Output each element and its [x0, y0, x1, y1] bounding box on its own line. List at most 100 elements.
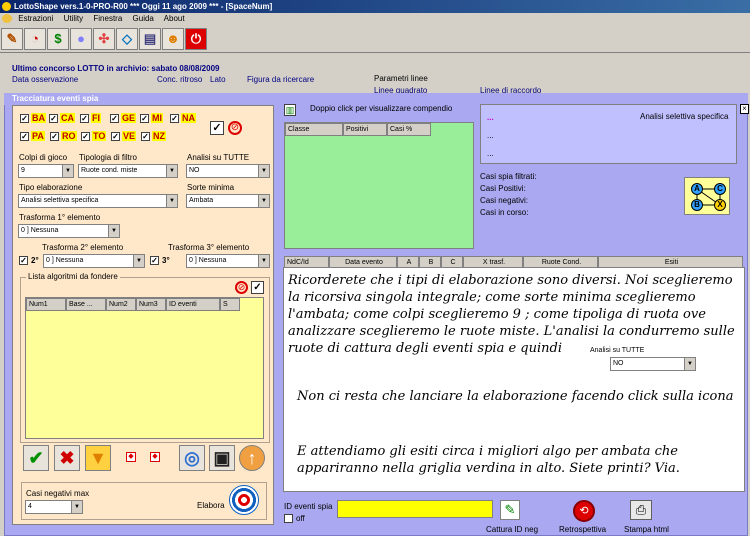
- puzzle-icon[interactable]: ✣: [93, 28, 115, 50]
- wheel-mi-checkbox[interactable]: ✓: [140, 114, 149, 123]
- menu-estrazioni[interactable]: Estrazioni: [18, 14, 53, 23]
- wheel-ca-label: CA: [60, 113, 75, 123]
- confirm-icon[interactable]: ✔: [23, 445, 49, 471]
- casi-negativi-label: Casi negativi:: [480, 196, 529, 205]
- shape-icon[interactable]: ◇: [116, 28, 138, 50]
- info-bar: Ultimo concorso LOTTO in archivio: sabat…: [0, 53, 750, 95]
- id-eventi-input[interactable]: [337, 500, 493, 518]
- trasf3-checkbox[interactable]: ✓: [150, 256, 159, 265]
- trasf1-select[interactable]: 0 ] Nessuna ▼: [18, 224, 120, 238]
- trasf2-select[interactable]: 0 ] Nessuna ▼: [43, 254, 145, 268]
- bucket-icon[interactable]: ▼: [85, 445, 111, 471]
- toolbar: ✎ ◔ $ ● ✣ ◇ ▤ ☻ ⏻: [0, 25, 750, 53]
- wheel-to-label: TO: [92, 131, 107, 141]
- tutorial-para-1: Ricorderete che i tipi di elaborazione s…: [288, 273, 735, 356]
- deselect-all-icon[interactable]: ⊘: [228, 121, 242, 135]
- retrospettiva-icon[interactable]: ⟲: [573, 500, 595, 522]
- data-osservazione-label: Data osservazione: [12, 75, 79, 84]
- menu-guida[interactable]: Guida: [133, 14, 154, 23]
- window-titlebar: LottoShape vers.1-0-PRO-R00 *** Oggi 11 …: [0, 0, 750, 13]
- analysis-dots-2: ...: [487, 131, 494, 140]
- col-base[interactable]: Base ...: [66, 298, 106, 311]
- col-s[interactable]: S: [220, 298, 240, 311]
- cattura-icon[interactable]: ✎: [500, 500, 520, 520]
- tutorial-textbox: Ricorderete che i tipi di elaborazione s…: [283, 267, 745, 492]
- colpi-select[interactable]: 9 ▼: [18, 164, 74, 178]
- off-checkbox[interactable]: [284, 514, 293, 523]
- id-eventi-label: ID eventi spia: [284, 502, 333, 511]
- wheel-pa-checkbox[interactable]: ✓: [20, 132, 29, 141]
- analysis-dots-3: ...: [487, 149, 494, 158]
- check-list-icon[interactable]: ✓: [251, 281, 264, 294]
- casi-neg-label: Casi negativi max: [26, 489, 90, 498]
- wheel-ge-label: GE: [121, 113, 137, 123]
- clear-list-icon[interactable]: ⊘: [235, 281, 248, 294]
- tipo-elab-select[interactable]: Analisi selettiva specifica ▼: [18, 194, 178, 208]
- up-arrow-icon[interactable]: ↑: [239, 445, 265, 471]
- trasf2-check-label: 2°: [31, 256, 39, 265]
- menu-finestra[interactable]: Finestra: [93, 14, 122, 23]
- tipologia-select[interactable]: Ruote cond. miste ▼: [78, 164, 178, 178]
- col-num1[interactable]: Num1: [26, 298, 66, 311]
- lista-label: Lista algoritmi da fondere: [26, 272, 120, 281]
- power-icon[interactable]: ⏻: [185, 28, 207, 50]
- wheel-ve-label: VE: [122, 131, 137, 141]
- inline-analisi-select[interactable]: NO ▼: [610, 357, 696, 371]
- notepad-icon[interactable]: ▤: [139, 28, 161, 50]
- small-down-icon[interactable]: ◆: [150, 452, 160, 462]
- refresh-icon[interactable]: ◎: [179, 445, 205, 471]
- compendio-icon[interactable]: ▥: [284, 104, 296, 116]
- wheel-fi-checkbox[interactable]: ✓: [80, 114, 89, 123]
- wheel-ba-label: BA: [31, 113, 46, 123]
- wheel-ca-checkbox[interactable]: ✓: [49, 114, 58, 123]
- col-positivi[interactable]: Positivi: [343, 123, 387, 136]
- col-id-eventi[interactable]: ID eventi: [166, 298, 220, 311]
- col-classe[interactable]: Classe: [285, 123, 343, 136]
- wheel-ve-checkbox[interactable]: ✓: [111, 132, 120, 141]
- abcx-diagram: A C B X: [684, 177, 730, 215]
- elabora-target-icon[interactable]: [229, 485, 259, 515]
- lightbulb-icon[interactable]: ●: [70, 28, 92, 50]
- printer-icon[interactable]: ⎙: [630, 500, 652, 520]
- sorte-select[interactable]: Ambata ▼: [186, 194, 270, 208]
- casi-in-corso-label: Casi in corso:: [480, 208, 529, 217]
- algorithms-grid[interactable]: [25, 297, 264, 439]
- casi-positivi-label: Casi Positivi:: [480, 184, 526, 193]
- cattura-label: Cattura ID neg: [486, 525, 539, 534]
- compendio-grid[interactable]: [284, 122, 474, 249]
- close-icon[interactable]: ×: [740, 104, 749, 114]
- mdi-icon[interactable]: [2, 14, 12, 23]
- tipologia-label: Tipologia di filtro: [79, 153, 137, 162]
- trasf2-checkbox[interactable]: ✓: [19, 256, 28, 265]
- analisi-tutte-label: Analisi su TUTTE: [187, 153, 250, 162]
- trasf1-label: Trasforma 1° elemento: [19, 213, 101, 222]
- col-casi-perc[interactable]: Casi %: [387, 123, 431, 136]
- wheel-to-checkbox[interactable]: ✓: [81, 132, 90, 141]
- menu-utility[interactable]: Utility: [64, 14, 84, 23]
- wheel-ba-checkbox[interactable]: ✓: [20, 114, 29, 123]
- casi-neg-select[interactable]: 4 ▼: [25, 500, 83, 514]
- pencil-icon[interactable]: ✎: [1, 28, 23, 50]
- wheel-na-checkbox[interactable]: ✓: [170, 114, 179, 123]
- wheel-ro-checkbox[interactable]: ✓: [50, 132, 59, 141]
- users-icon[interactable]: ☻: [162, 28, 184, 50]
- col-num2[interactable]: Num2: [106, 298, 136, 311]
- node-c: C: [714, 183, 726, 195]
- menu-about[interactable]: About: [164, 14, 185, 23]
- select-all-icon[interactable]: ✓: [210, 121, 224, 135]
- conc-ritroso-label: Conc. ritroso: [157, 75, 203, 84]
- trasf3-select[interactable]: 0 ] Nessuna ▼: [186, 254, 270, 268]
- clock-icon[interactable]: ◔: [24, 28, 46, 50]
- figura-label: Figura da ricercare: [247, 75, 315, 84]
- col-num3[interactable]: Num3: [136, 298, 166, 311]
- wheel-pa-label: PA: [31, 131, 45, 141]
- delete-icon[interactable]: ✖: [54, 445, 80, 471]
- wheel-ge-checkbox[interactable]: ✓: [110, 114, 119, 123]
- analisi-tutte-select[interactable]: NO ▼: [186, 164, 270, 178]
- save-icon[interactable]: ▣: [209, 445, 235, 471]
- trasf2-label: Trasforma 2° elemento: [42, 243, 124, 252]
- inline-analisi-widget: Analisi su TUTTE NO ▼: [590, 346, 696, 374]
- small-up-icon[interactable]: ◆: [126, 452, 136, 462]
- wheel-nz-checkbox[interactable]: ✓: [141, 132, 150, 141]
- dollar-icon[interactable]: $: [47, 28, 69, 50]
